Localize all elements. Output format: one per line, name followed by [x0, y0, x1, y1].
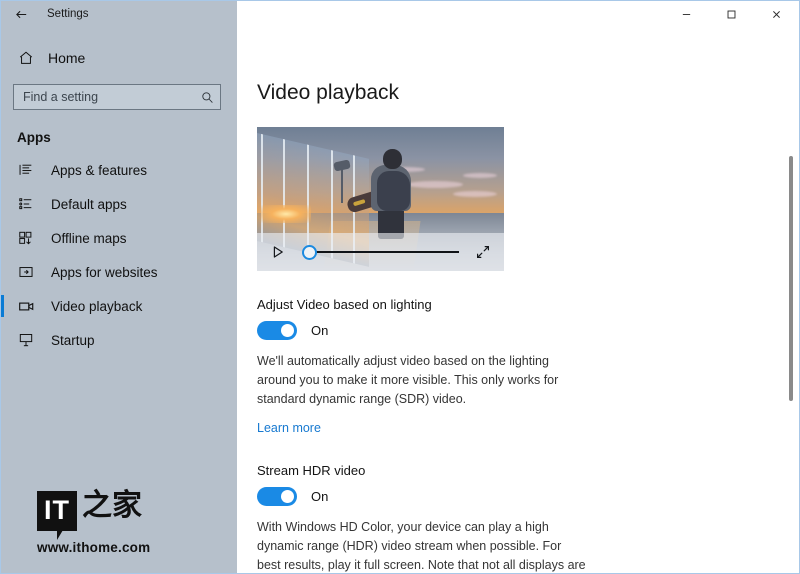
video-lamp-pole — [341, 169, 343, 203]
sidebar-item-label: Apps & features — [51, 162, 148, 178]
sidebar-item-label: Default apps — [51, 196, 127, 212]
sidebar-item-home[interactable]: Home — [1, 41, 237, 75]
maximize-button[interactable] — [709, 1, 754, 27]
sidebar-item-apps-features[interactable]: Apps & features — [1, 153, 237, 187]
scrollbar-thumb[interactable] — [789, 156, 793, 401]
search-input[interactable] — [23, 90, 200, 104]
app-title: Settings — [47, 8, 89, 20]
main-content: Video playback Adjust Video based on lig… — [237, 1, 799, 573]
settings-page: Video playback Adjust Video based on lig… — [237, 81, 799, 573]
sidebar-item-startup[interactable]: Startup — [1, 323, 237, 357]
sidebar-item-default-apps[interactable]: Default apps — [1, 187, 237, 221]
close-button[interactable] — [754, 1, 799, 27]
watermark-logo-cjk: 之家 — [82, 488, 142, 523]
window-titlebar — [237, 1, 799, 27]
seek-thumb[interactable] — [302, 244, 317, 260]
person-head — [383, 149, 402, 169]
toggle-state-label: On — [311, 323, 329, 338]
setting-adjust-video-lighting: Adjust Video based on lighting On We'll … — [257, 297, 799, 437]
toggle-knob — [281, 324, 294, 337]
toggle-row: On — [257, 487, 799, 506]
setting-stream-hdr-video: Stream HDR video On With Windows HD Colo… — [257, 463, 799, 573]
sidebar-nav-list: Apps & features Default apps Offline map… — [1, 153, 237, 357]
back-arrow-icon[interactable] — [13, 6, 29, 22]
watermark: IT 之家 www.ithome.com — [37, 491, 207, 555]
expand-icon[interactable] — [475, 244, 491, 260]
home-icon — [17, 50, 34, 67]
adjust-video-toggle[interactable] — [257, 321, 297, 340]
settings-window: Settings Home Apps — [0, 0, 800, 574]
page-title: Video playback — [257, 81, 400, 104]
setting-description: We'll automatically adjust video based o… — [257, 354, 559, 406]
offline-maps-icon — [17, 229, 35, 247]
video-person — [345, 149, 419, 239]
glass-divider — [283, 139, 285, 248]
glass-divider — [261, 133, 263, 243]
home-label: Home — [48, 50, 86, 66]
sidebar-item-video-playback[interactable]: Video playback — [1, 289, 237, 323]
seek-track — [310, 251, 459, 253]
cloud-shape — [463, 173, 497, 178]
video-controls — [257, 233, 504, 271]
setting-title: Adjust Video based on lighting — [257, 297, 432, 312]
toggle-knob — [281, 490, 294, 503]
search-icon[interactable] — [200, 90, 214, 104]
seek-slider[interactable] — [302, 244, 459, 260]
sidebar-item-label: Startup — [51, 332, 95, 348]
apps-for-websites-icon — [17, 263, 35, 281]
setting-title: Stream HDR video — [257, 463, 366, 478]
scrollbar[interactable] — [788, 27, 794, 573]
board-stripe — [352, 198, 366, 207]
sidebar-titlebar: Settings — [1, 1, 237, 27]
watermark-logo-text: IT — [37, 491, 77, 540]
minimize-button[interactable] — [664, 1, 709, 27]
video-sun-reflection — [261, 205, 311, 223]
sidebar-section-header: Apps — [17, 130, 51, 145]
person-backpack — [377, 171, 410, 211]
video-playback-icon — [17, 297, 35, 315]
video-preview[interactable] — [257, 127, 504, 271]
sidebar-item-label: Offline maps — [51, 230, 127, 246]
watermark-url: www.ithome.com — [37, 540, 151, 555]
toggle-state-label: On — [311, 489, 329, 504]
sidebar-item-label: Video playback — [51, 298, 143, 314]
watermark-logo: IT 之家 — [37, 488, 207, 540]
cloud-shape — [453, 191, 497, 197]
sidebar-item-label: Apps for websites — [51, 264, 158, 280]
sidebar: Settings Home Apps — [1, 1, 237, 573]
default-apps-icon — [17, 195, 35, 213]
search-box[interactable] — [13, 84, 221, 110]
setting-description: With Windows HD Color, your device can p… — [257, 520, 586, 572]
stream-hdr-toggle[interactable] — [257, 487, 297, 506]
apps-features-icon — [17, 161, 35, 179]
sidebar-item-offline-maps[interactable]: Offline maps — [1, 221, 237, 255]
sidebar-item-apps-for-websites[interactable]: Apps for websites — [1, 255, 237, 289]
startup-icon — [17, 331, 35, 349]
play-icon[interactable] — [270, 244, 286, 260]
learn-more-link[interactable]: Learn more — [257, 421, 321, 435]
toggle-row: On — [257, 321, 799, 340]
